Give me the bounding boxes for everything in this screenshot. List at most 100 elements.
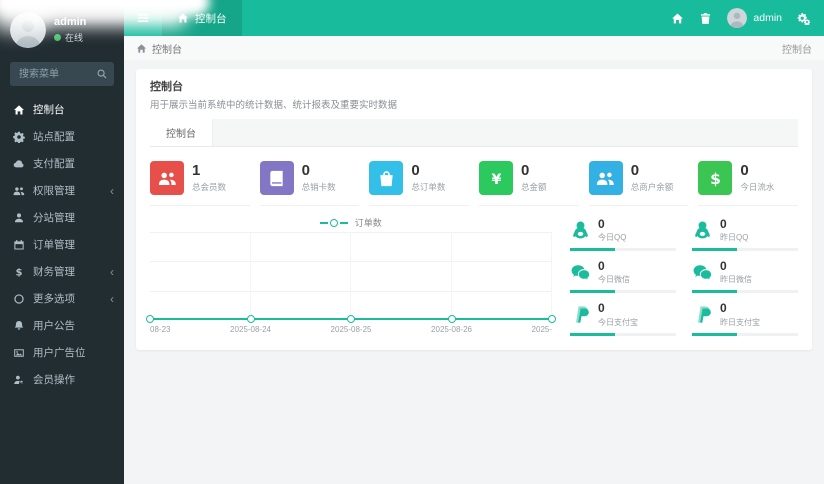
data-point — [447, 315, 456, 323]
mini-stat-bar-fill — [570, 248, 615, 252]
sidebar-item[interactable]: 用户广告位 — [0, 339, 124, 366]
sidebar-item-label: 权限管理 — [33, 185, 75, 197]
sidebar-item[interactable]: $ 财务管理 ‹ — [0, 258, 124, 285]
sidebar-item[interactable]: 会员操作 — [0, 366, 124, 393]
home-icon[interactable] — [671, 12, 684, 25]
chevron-left-icon: ‹ — [110, 264, 114, 279]
mini-stat-label: 昨日QQ — [720, 233, 749, 243]
paypal-icon — [570, 304, 591, 325]
mini-stat: 0 今日微信 — [570, 259, 676, 294]
x-tick-label: 2025-08-24 — [230, 325, 271, 334]
sidebar-item[interactable]: 站点配置 — [0, 123, 124, 150]
mini-stat: 0 今日支付宝 — [570, 302, 676, 336]
mini-stat-label: 昨日微信 — [720, 275, 752, 285]
avatar — [727, 8, 748, 28]
chart-gridline — [450, 232, 452, 320]
x-tick-label: 2025-08-23 — [150, 325, 171, 334]
mini-stat-value: 0 — [598, 217, 605, 231]
mini-stat-text: 0 今日QQ — [598, 217, 626, 243]
trash-icon[interactable] — [699, 12, 712, 25]
stat-label: 总会员数 — [192, 182, 227, 193]
stat-value: 0 — [411, 161, 420, 179]
panel-tab-strip: 控制台 — [150, 119, 798, 147]
mini-stat-bar — [692, 290, 798, 294]
svg-text:¥: ¥ — [491, 171, 501, 187]
mini-stat-text: 0 今日微信 — [598, 259, 630, 285]
mini-stat-label: 今日微信 — [598, 275, 630, 285]
mini-stat-bar — [570, 290, 676, 294]
stat-label: 总销卡数 — [301, 182, 336, 193]
stat-card: 0 总订单数 — [369, 157, 470, 206]
hamburger-menu-icon[interactable] — [136, 11, 150, 25]
content-row: 订单数 2025-08-232025-08-242025-08-252025-0… — [146, 216, 798, 336]
page-subtitle: 用于展示当前系统中的统计数据、统计报表及重要实时数据 — [150, 100, 398, 111]
sidebar-item-label: 控制台 — [33, 104, 65, 116]
users-icon — [13, 185, 25, 197]
mini-stat-text: 0 今日支付宝 — [598, 302, 638, 327]
users-icon — [150, 161, 184, 195]
sidebar-item[interactable]: 用户公告 — [0, 312, 124, 339]
user-menu[interactable]: admin — [727, 8, 782, 28]
chart-gridline — [350, 232, 351, 320]
stat-card: 0 总销卡数 — [259, 157, 360, 206]
svg-text:$: $ — [710, 169, 721, 187]
sidebar-item[interactable]: 支付配置 — [0, 150, 124, 177]
breadcrumb-label[interactable]: 控制台 — [152, 41, 182, 56]
mini-stat-bar-fill — [570, 332, 615, 336]
dollar-icon: $ — [13, 266, 25, 278]
stat-text: 1 总会员数 — [192, 162, 227, 194]
stat-label: 总金额 — [521, 182, 547, 193]
data-point — [548, 315, 556, 323]
mini-stats-grid: 0 今日QQ 0 昨日QQ 0 今日微信 0 昨日微信 0 今日支付宝 0 昨日支付宝 — [570, 217, 798, 336]
sidebar-item-label: 会员操作 — [33, 374, 75, 386]
stat-text: 0 总订单数 — [411, 161, 445, 194]
stat-value: 0 — [521, 161, 530, 179]
chart-gridline — [249, 232, 251, 320]
users-icon — [588, 161, 623, 195]
search-icon[interactable] — [96, 68, 108, 80]
tab-label: 控制台 — [195, 12, 227, 25]
stat-text: 0 今日流水 — [740, 162, 774, 194]
sidebar-item[interactable]: 更多选项 ‹ — [0, 285, 124, 312]
user-icon — [13, 212, 25, 224]
search-box — [10, 62, 114, 86]
panel-tab-dashboard[interactable]: 控制台 — [150, 119, 213, 146]
stat-card: $0 今日流水 — [698, 157, 799, 206]
gear-icon — [13, 131, 25, 143]
tab-dashboard[interactable]: 控制台 — [162, 0, 242, 36]
x-tick-label: 2025-08-25 — [330, 325, 372, 334]
cloud-icon — [13, 158, 25, 170]
chart-gridline — [551, 232, 552, 320]
mini-stat: 0 昨日微信 — [692, 259, 798, 294]
avatar — [10, 12, 46, 48]
bell-icon — [13, 320, 25, 332]
home-icon — [177, 12, 189, 24]
mini-stat-top: 0 今日微信 — [570, 259, 676, 285]
qq-icon — [570, 220, 591, 241]
mini-stat: 0 今日QQ — [570, 217, 676, 252]
mini-stat-bar — [692, 332, 798, 336]
mini-stat-text: 0 昨日QQ — [720, 217, 749, 243]
qq-icon — [692, 220, 713, 241]
mini-stat-value: 0 — [720, 301, 727, 316]
status-label: 在线 — [65, 33, 84, 43]
circle-icon — [13, 293, 25, 305]
sidebar-item-label: 更多选项 — [33, 293, 75, 305]
user-info: admin 在线 — [54, 16, 86, 44]
sidebar-item[interactable]: 分站管理 — [0, 204, 124, 231]
legend-label: 订单数 — [354, 218, 382, 228]
cogs-icon[interactable] — [797, 12, 810, 25]
mini-stat-top: 0 今日支付宝 — [570, 302, 676, 327]
data-point — [347, 315, 355, 323]
sidebar-item[interactable]: 订单管理 — [0, 231, 124, 258]
mini-stat-value: 0 — [598, 259, 605, 274]
sidebar-item[interactable]: 控制台 — [0, 96, 124, 123]
user-panel: admin 在线 — [0, 0, 124, 58]
sidebar-item-label: 财务管理 — [33, 266, 75, 278]
chart-legend[interactable]: 订单数 — [150, 216, 552, 229]
sidebar-item-label: 站点配置 — [33, 131, 75, 143]
sidebar-item-label: 订单管理 — [33, 239, 75, 251]
sidebar-item[interactable]: 权限管理 ‹ — [0, 177, 124, 204]
navbar-username: admin — [753, 12, 782, 24]
sidebar-username: admin — [54, 16, 87, 28]
